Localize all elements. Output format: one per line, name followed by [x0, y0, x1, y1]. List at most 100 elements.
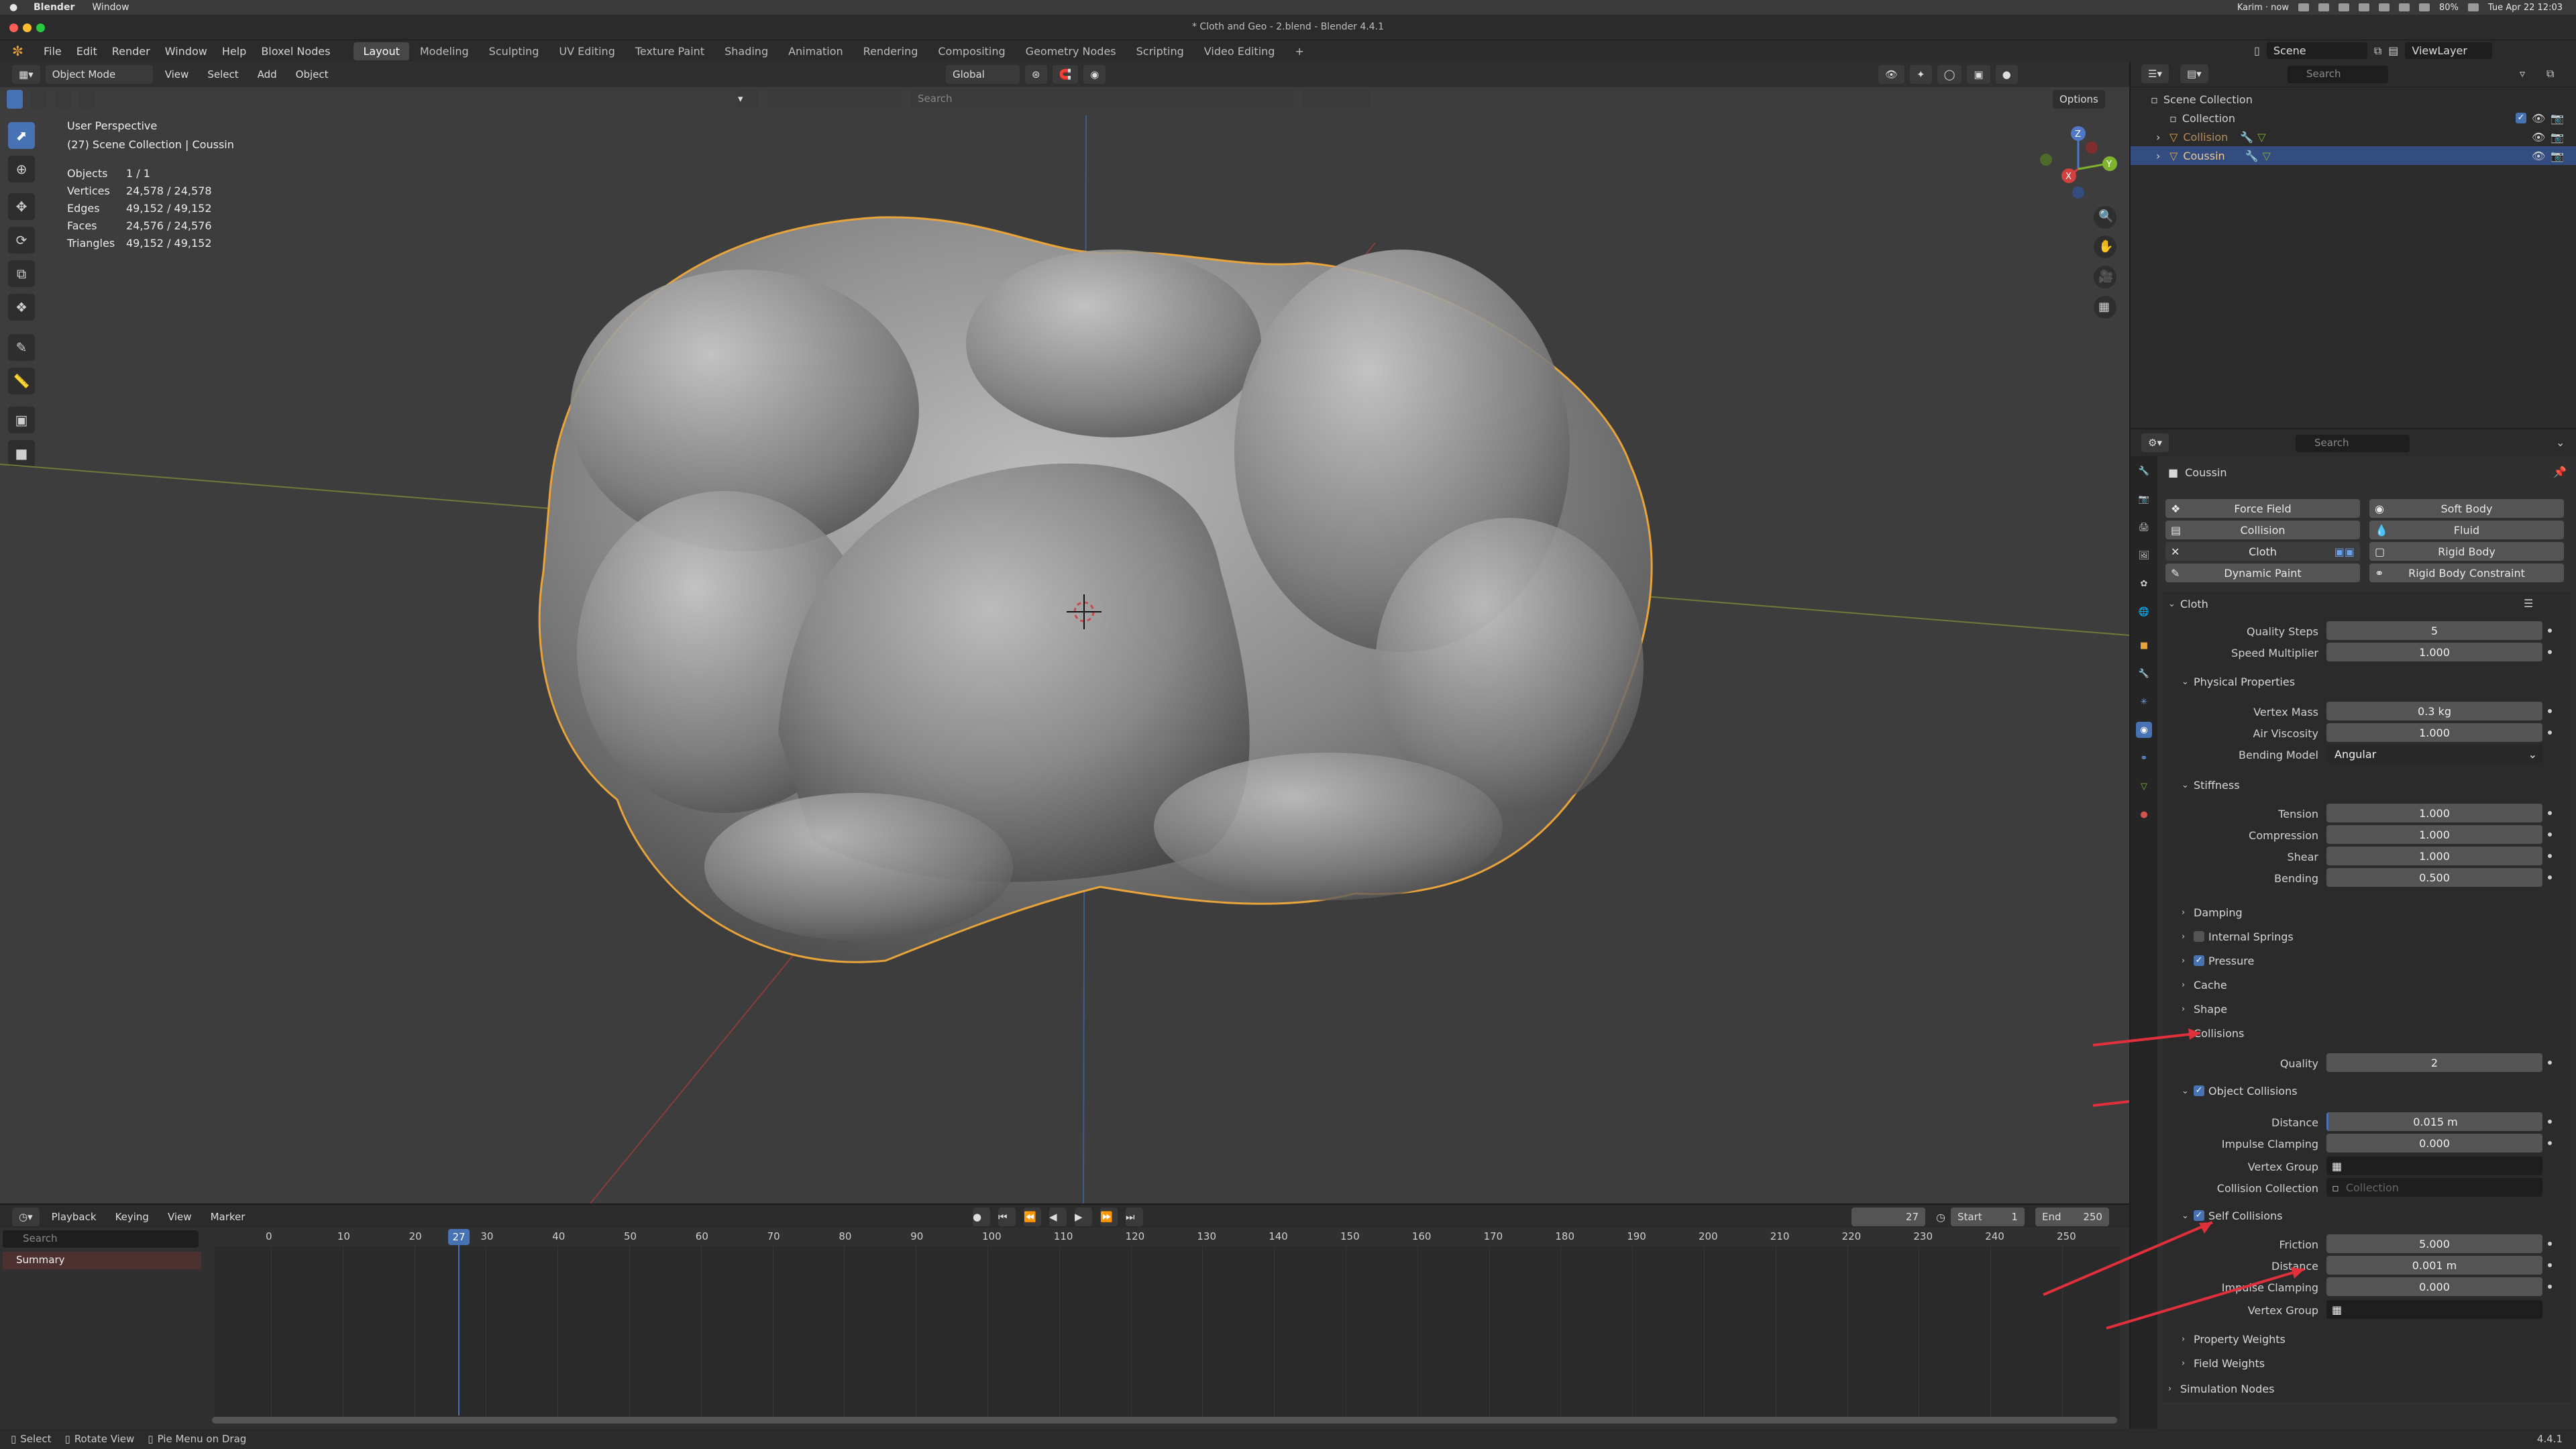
- timeline-scrollbar[interactable]: [212, 1417, 2117, 1424]
- prev-key-icon[interactable]: ⏪: [1024, 1208, 1041, 1226]
- tool-tab-icon[interactable]: 🔧: [2136, 463, 2152, 479]
- keyframe-dot-icon[interactable]: [2548, 811, 2552, 815]
- sc-vertex-group-field[interactable]: ▦: [2326, 1300, 2542, 1319]
- tab-scripting[interactable]: Scripting: [1127, 42, 1193, 60]
- play-reverse-icon[interactable]: ◀: [1049, 1208, 1067, 1226]
- jump-start-icon[interactable]: ⏮: [998, 1208, 1016, 1226]
- pan-hand-icon[interactable]: ✋: [2098, 239, 2113, 254]
- quality-steps-field[interactable]: 5: [2326, 621, 2542, 640]
- tray-icon[interactable]: [2378, 3, 2390, 11]
- record-icon[interactable]: ●: [973, 1208, 990, 1226]
- 3d-viewport[interactable]: ▦▾ Object Mode View Select Add Object Gl…: [0, 62, 2129, 1203]
- properties-editor-type-icon[interactable]: ⚙▾: [2141, 433, 2169, 452]
- tab-compositing[interactable]: Compositing: [928, 42, 1014, 60]
- simulation-nodes-header[interactable]: › Simulation Nodes: [2168, 1379, 2274, 1398]
- eye-icon[interactable]: 👁: [2532, 150, 2545, 162]
- outliner-row-collision[interactable]: › ▽ Collision 🔧 ▽ 👁 📷: [2131, 127, 2576, 146]
- start-frame-field[interactable]: Start 1: [1950, 1208, 2025, 1226]
- camera-icon[interactable]: 📷: [2551, 112, 2564, 125]
- cache-header[interactable]: › Cache: [2182, 975, 2227, 994]
- camera-icon[interactable]: 📷: [2551, 150, 2564, 162]
- stiffness-header[interactable]: ⌄ Stiffness: [2182, 775, 2240, 794]
- eye-icon[interactable]: 👁: [2532, 112, 2545, 125]
- keyframe-dot-icon[interactable]: [2548, 731, 2552, 735]
- presets-list-icon[interactable]: ☰: [2524, 597, 2533, 610]
- tab-layout[interactable]: Layout: [354, 42, 409, 60]
- scene-field[interactable]: Scene: [2266, 42, 2367, 59]
- cloth-button[interactable]: ✕ Cloth ▣▣: [2165, 542, 2360, 561]
- data-tab-icon[interactable]: ▽: [2136, 778, 2152, 794]
- bending-model-dropdown[interactable]: Angular ⌄: [2326, 745, 2542, 763]
- keyframe-dot-icon[interactable]: [2548, 709, 2552, 713]
- keyframe-dot-icon[interactable]: [2548, 1285, 2552, 1289]
- render-tab-icon[interactable]: 📷: [2136, 491, 2152, 507]
- tray-icon[interactable]: [2358, 3, 2369, 11]
- expand-chevron-icon[interactable]: ›: [2156, 150, 2169, 162]
- camera-view-icon[interactable]: 🎥: [2098, 270, 2113, 284]
- next-key-icon[interactable]: ⏩: [1100, 1208, 1118, 1226]
- pressure-header[interactable]: › ✓ Pressure: [2182, 951, 2254, 970]
- vertex-mass-field[interactable]: 0.3 kg: [2326, 702, 2542, 720]
- dopesheet-area[interactable]: [215, 1246, 2120, 1418]
- menu-help[interactable]: Help: [215, 45, 254, 58]
- wifi-icon[interactable]: [2418, 3, 2430, 11]
- chevron-down-icon[interactable]: ⌄: [2556, 436, 2565, 449]
- tray-icon[interactable]: [2398, 3, 2410, 11]
- menu-window[interactable]: Window: [158, 45, 215, 58]
- menu-playback[interactable]: Playback: [45, 1208, 103, 1226]
- air-viscosity-field[interactable]: 1.000: [2326, 723, 2542, 742]
- blender-logo-icon[interactable]: ✼: [12, 44, 30, 58]
- menu-keying[interactable]: Keying: [109, 1208, 156, 1226]
- tray-icon[interactable]: [2338, 3, 2349, 11]
- new-scene-icon[interactable]: ⧉: [2374, 44, 2381, 58]
- pin-icon[interactable]: 📌: [2553, 466, 2567, 478]
- shear-field[interactable]: 1.000: [2326, 847, 2542, 865]
- tab-texture-paint[interactable]: Texture Paint: [626, 42, 714, 60]
- tray-icon[interactable]: [2318, 3, 2329, 11]
- menu-marker[interactable]: Marker: [204, 1208, 252, 1226]
- fluid-button[interactable]: 💧 Fluid: [2369, 521, 2564, 539]
- menu-timeline-view[interactable]: View: [161, 1208, 199, 1226]
- keyframe-dot-icon[interactable]: [2548, 833, 2552, 837]
- expand-chevron-icon[interactable]: ›: [2156, 131, 2169, 144]
- outliner-editor-type-icon[interactable]: ☰▾: [2141, 64, 2169, 83]
- mac-menu-window[interactable]: Window: [92, 2, 129, 13]
- camera-icon[interactable]: 📷: [2551, 131, 2564, 144]
- tab-sculpting[interactable]: Sculpting: [480, 42, 549, 60]
- outliner[interactable]: ☰▾ ▤▾ Search ▿ ⧉ ▫ Scene Collection ▫ Co…: [2131, 62, 2576, 428]
- output-tab-icon[interactable]: 🖨: [2136, 519, 2152, 535]
- force-field-button[interactable]: ❖ Force Field: [2165, 499, 2360, 518]
- keyframe-dot-icon[interactable]: [2548, 1120, 2552, 1124]
- oc-collection-field[interactable]: ▫ Collection: [2326, 1178, 2542, 1197]
- outliner-row-collection[interactable]: ▫ Collection ✓ 👁 📷: [2131, 109, 2576, 127]
- tab-uv-editing[interactable]: UV Editing: [549, 42, 624, 60]
- cloth-panel-header[interactable]: ⌄ Cloth: [2168, 594, 2208, 613]
- keyframe-dot-icon[interactable]: [2548, 1061, 2552, 1065]
- keyframe-dot-icon[interactable]: [2548, 629, 2552, 633]
- tab-rendering[interactable]: Rendering: [854, 42, 928, 60]
- zoom-icon[interactable]: 🔍: [2098, 209, 2113, 223]
- modifier-tab-icon[interactable]: 🔧: [2136, 665, 2152, 682]
- bending-field[interactable]: 0.500: [2326, 868, 2542, 887]
- tension-field[interactable]: 1.000: [2326, 804, 2542, 822]
- dynamic-paint-button[interactable]: ✎ Dynamic Paint: [2165, 564, 2360, 582]
- summary-channel[interactable]: Summary: [3, 1252, 201, 1269]
- menu-bloxel-nodes[interactable]: Bloxel Nodes: [254, 45, 337, 58]
- tab-shading[interactable]: Shading: [715, 42, 777, 60]
- field-weights-header[interactable]: › Field Weights: [2182, 1354, 2265, 1373]
- playhead[interactable]: [458, 1230, 460, 1415]
- collision-button[interactable]: ▤ Collision: [2165, 521, 2360, 539]
- play-icon[interactable]: ▶: [1075, 1208, 1092, 1226]
- world-tab-icon[interactable]: 🌐: [2136, 604, 2152, 620]
- oc-distance-field[interactable]: 0.015 m: [2326, 1112, 2542, 1131]
- tab-animation[interactable]: Animation: [779, 42, 853, 60]
- oc-impulse-field[interactable]: 0.000: [2326, 1134, 2542, 1152]
- speed-multiplier-field[interactable]: 1.000: [2326, 643, 2542, 661]
- physical-properties-header[interactable]: ⌄ Physical Properties: [2182, 672, 2295, 691]
- viewlayer-field[interactable]: ViewLayer: [2405, 42, 2493, 59]
- keyframe-dot-icon[interactable]: [2548, 875, 2552, 879]
- properties-search-input[interactable]: Search: [2296, 435, 2410, 452]
- pressure-checkbox[interactable]: ✓: [2194, 955, 2204, 966]
- rigid-body-constraint-button[interactable]: ⚭ Rigid Body Constraint: [2369, 564, 2564, 582]
- frame-ruler[interactable]: 0 10 20 30 40 50 60 70 80 90 100 110 120 130 140 150 160…: [215, 1229, 2120, 1246]
